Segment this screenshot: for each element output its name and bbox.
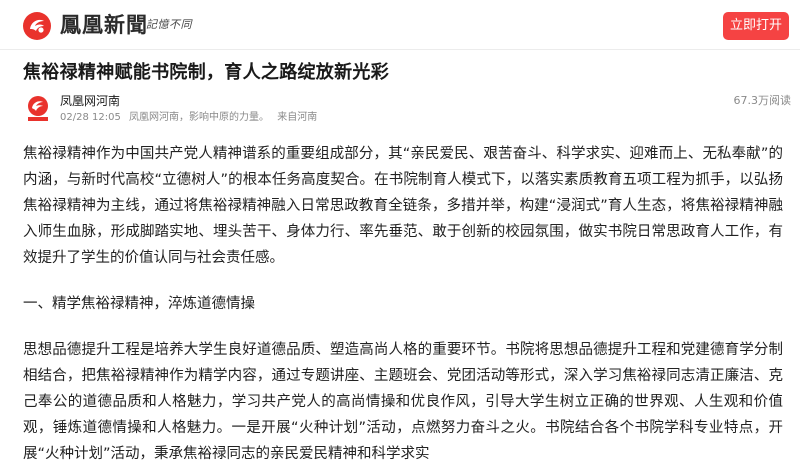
read-count: 67.3万阅读	[733, 94, 792, 107]
source-description: 凤凰网河南，影响中原的力量。	[129, 112, 270, 123]
article-title: 焦裕禄精神赋能书院制，育人之路绽放新光彩	[23, 62, 389, 83]
phoenix-logo-icon[interactable]	[22, 11, 52, 41]
author-avatar[interactable]	[25, 95, 51, 123]
origin-label: 来自河南	[277, 112, 318, 123]
author-name[interactable]: 凤凰网河南	[60, 93, 120, 109]
article-meta: 02/28 12:05 凤凰网河南，影响中原的力量。 来自河南	[60, 111, 322, 125]
article-paragraph: 焦裕禄精神作为中国共产党人精神谱系的重要组成部分，其“亲民爱民、艰苦奋斗、科学求…	[23, 146, 783, 266]
brand-slogan: 記憶不同	[146, 18, 192, 31]
top-bar: 鳳凰新聞 記憶不同 立即打开	[0, 0, 800, 50]
brand-name[interactable]: 鳳凰新聞	[60, 11, 148, 39]
article-body: 焦裕禄精神作为中国共产党人精神谱系的重要组成部分，其“亲民爱民、艰苦奋斗、科学求…	[23, 141, 783, 466]
article-paragraph: 思想品德提升工程是培养大学生良好道德品质、塑造高尚人格的重要环节。书院将思想品德…	[23, 342, 783, 462]
publish-date: 02/28 12:05	[60, 112, 121, 123]
open-app-button[interactable]: 立即打开	[723, 12, 789, 40]
section-heading: 一、精学焦裕禄精神，淬炼道德情操	[23, 296, 255, 312]
author-row: 凤凰网河南 02/28 12:05 凤凰网河南，影响中原的力量。 来自河南 67…	[0, 93, 800, 127]
